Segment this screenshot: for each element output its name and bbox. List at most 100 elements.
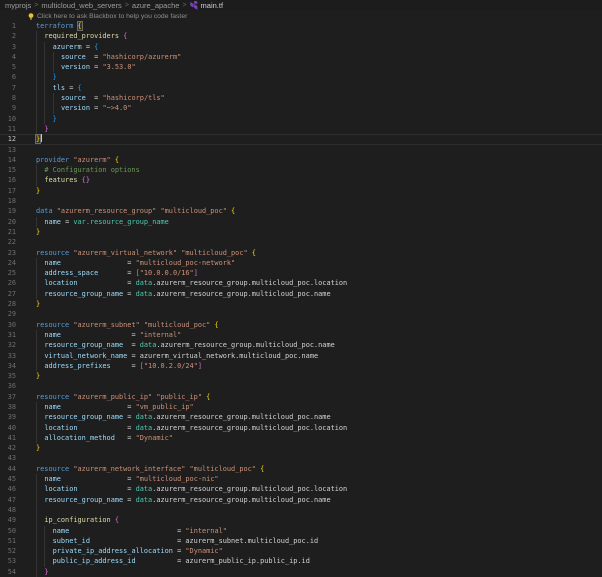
code-line[interactable]: 32 resource_group_name = data.azurerm_re… xyxy=(0,340,602,350)
line-number[interactable]: 54 xyxy=(0,567,16,577)
line-number[interactable]: 5 xyxy=(0,62,16,72)
line-number[interactable]: 35 xyxy=(0,371,16,381)
line-number[interactable]: 7 xyxy=(0,83,16,93)
code-line[interactable]: 51 subnet_id = azurerm_subnet.multicloud… xyxy=(0,536,602,546)
code-line[interactable]: 27 resource_group_name = data.azurerm_re… xyxy=(0,289,602,299)
line-number[interactable]: 44 xyxy=(0,464,16,474)
line-number[interactable]: 43 xyxy=(0,453,16,463)
line-number[interactable]: 53 xyxy=(0,556,16,566)
line-number[interactable]: 50 xyxy=(0,526,16,536)
line-number[interactable]: 49 xyxy=(0,515,16,525)
code-line[interactable]: 19data "azurerm_resource_group" "multicl… xyxy=(0,206,602,216)
line-number[interactable]: 21 xyxy=(0,227,16,237)
line-number[interactable]: 19 xyxy=(0,206,16,216)
code-line[interactable]: 25 address_space = ["10.0.0.0/16"] xyxy=(0,268,602,278)
code-line[interactable]: 28} xyxy=(0,299,602,309)
code-line[interactable]: 12} xyxy=(0,134,602,144)
code-line[interactable]: 53 public_ip_address_id = azurerm_public… xyxy=(0,556,602,566)
code-line[interactable]: 4 source = "hashicorp/azurerm" xyxy=(0,52,602,62)
line-number[interactable]: 4 xyxy=(0,52,16,62)
code-line[interactable]: 9 version = "~>4.0" xyxy=(0,103,602,113)
line-number[interactable]: 52 xyxy=(0,546,16,556)
line-number[interactable]: 27 xyxy=(0,289,16,299)
line-number[interactable]: 48 xyxy=(0,505,16,515)
line-number[interactable]: 13 xyxy=(0,145,16,155)
code-line[interactable]: 40 location = data.azurerm_resource_grou… xyxy=(0,423,602,433)
line-number[interactable]: 2 xyxy=(0,31,16,41)
code-line[interactable]: 30resource "azurerm_subnet" "multicloud_… xyxy=(0,320,602,330)
code-line[interactable]: 54 } xyxy=(0,567,602,577)
code-line[interactable]: 48 xyxy=(0,505,602,515)
code-line[interactable]: 49 ip_configuration { xyxy=(0,515,602,525)
code-line[interactable]: 43 xyxy=(0,453,602,463)
line-number[interactable]: 47 xyxy=(0,495,16,505)
line-number[interactable]: 31 xyxy=(0,330,16,340)
line-number[interactable]: 10 xyxy=(0,114,16,124)
code-line[interactable]: 44resource "azurerm_network_interface" "… xyxy=(0,464,602,474)
code-line[interactable]: 33 virtual_network_name = azurerm_virtua… xyxy=(0,351,602,361)
code-line[interactable]: 35} xyxy=(0,371,602,381)
breadcrumb-item-myprojs[interactable]: myprojs xyxy=(5,1,31,10)
line-number[interactable]: 26 xyxy=(0,278,16,288)
code-line[interactable]: 21} xyxy=(0,227,602,237)
line-number[interactable]: 6 xyxy=(0,72,16,82)
line-number[interactable]: 14 xyxy=(0,155,16,165)
code-line[interactable]: 8 source = "hashicorp/tls" xyxy=(0,93,602,103)
code-line[interactable]: 52 private_ip_address_allocation = "Dyna… xyxy=(0,546,602,556)
code-line[interactable]: 10 } xyxy=(0,114,602,124)
code-line[interactable]: 7 tls = { xyxy=(0,83,602,93)
line-number[interactable]: 23 xyxy=(0,248,16,258)
code-line[interactable]: 46 location = data.azurerm_resource_grou… xyxy=(0,484,602,494)
code-line[interactable]: 38 name = "vm_public_ip" xyxy=(0,402,602,412)
code-line[interactable]: 15 # Configuration options xyxy=(0,165,602,175)
line-number[interactable]: 32 xyxy=(0,340,16,350)
line-number[interactable]: 22 xyxy=(0,237,16,247)
code-line[interactable]: 1terraform { xyxy=(0,21,602,31)
line-number[interactable]: 17 xyxy=(0,186,16,196)
line-number[interactable]: 45 xyxy=(0,474,16,484)
code-line[interactable]: 45 name = "multicloud_poc-nic" xyxy=(0,474,602,484)
line-number[interactable]: 42 xyxy=(0,443,16,453)
code-line[interactable]: 42} xyxy=(0,443,602,453)
code-line[interactable]: 36 xyxy=(0,381,602,391)
breadcrumb-item-multicloud_web_servers[interactable]: multicloud_web_servers xyxy=(41,1,121,10)
code-line[interactable]: 31 name = "internal" xyxy=(0,330,602,340)
line-number[interactable]: 25 xyxy=(0,268,16,278)
line-number[interactable]: 33 xyxy=(0,351,16,361)
code-line[interactable]: 6 } xyxy=(0,72,602,82)
line-number[interactable]: 36 xyxy=(0,381,16,391)
line-number[interactable]: 39 xyxy=(0,412,16,422)
line-number[interactable]: 46 xyxy=(0,484,16,494)
code-line[interactable]: 47 resource_group_name = data.azurerm_re… xyxy=(0,495,602,505)
code-line[interactable]: 5 version = "3.53.0" xyxy=(0,62,602,72)
breadcrumb-item-azure_apache[interactable]: azure_apache xyxy=(132,1,180,10)
line-number[interactable]: 51 xyxy=(0,536,16,546)
code-line[interactable]: 41 allocation_method = "Dynamic" xyxy=(0,433,602,443)
code-line[interactable]: 17} xyxy=(0,186,602,196)
line-number[interactable]: 34 xyxy=(0,361,16,371)
line-number[interactable]: 9 xyxy=(0,103,16,113)
code-line[interactable]: 39 resource_group_name = data.azurerm_re… xyxy=(0,412,602,422)
line-number[interactable]: 12 xyxy=(0,134,16,144)
code-line[interactable]: 23resource "azurerm_virtual_network" "mu… xyxy=(0,248,602,258)
line-number[interactable]: 28 xyxy=(0,299,16,309)
code-line[interactable]: 3 azurerm = { xyxy=(0,42,602,52)
line-number[interactable]: 8 xyxy=(0,93,16,103)
code-line[interactable]: 22 xyxy=(0,237,602,247)
code-line[interactable]: 18 xyxy=(0,196,602,206)
line-number[interactable]: 15 xyxy=(0,165,16,175)
code-line[interactable]: 24 name = "multicloud_poc-network" xyxy=(0,258,602,268)
code-line[interactable]: 14provider "azurerm" { xyxy=(0,155,602,165)
code-line[interactable]: 11 } xyxy=(0,124,602,134)
breadcrumb-item-file[interactable]: main.tf xyxy=(201,1,224,10)
code-line[interactable]: 20 name = var.resource_group_name xyxy=(0,217,602,227)
line-number[interactable]: 40 xyxy=(0,423,16,433)
blackbox-codelens[interactable]: Click here to ask Blackbox to help you c… xyxy=(0,11,602,21)
line-number[interactable]: 3 xyxy=(0,42,16,52)
code-line[interactable]: 50 name = "internal" xyxy=(0,526,602,536)
code-editor[interactable]: 1terraform {2 required_providers {3 azur… xyxy=(0,21,602,577)
line-number[interactable]: 11 xyxy=(0,124,16,134)
code-line[interactable]: 16 features {} xyxy=(0,175,602,185)
line-number[interactable]: 16 xyxy=(0,175,16,185)
code-line[interactable]: 26 location = data.azurerm_resource_grou… xyxy=(0,278,602,288)
